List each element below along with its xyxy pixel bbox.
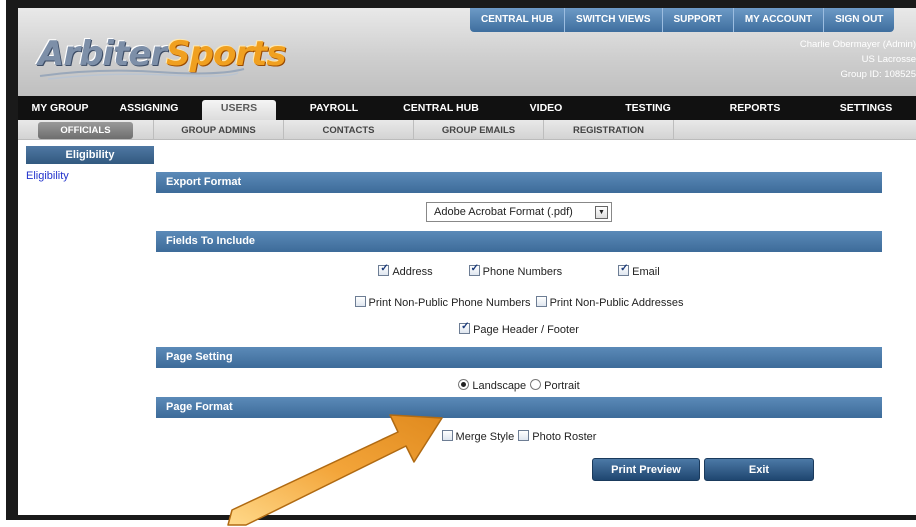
nonpublic-phone-checkbox[interactable] <box>354 295 366 307</box>
email-checkbox[interactable] <box>618 263 630 276</box>
address-option[interactable]: Address <box>378 263 433 278</box>
fields-row-1: Address Phone Numbers Email <box>156 263 882 279</box>
export-format-row: Adobe Acrobat Format (.pdf) ▼ <box>156 201 882 223</box>
export-format-select[interactable]: Adobe Acrobat Format (.pdf) ▼ <box>426 202 612 222</box>
export-format-value: Adobe Acrobat Format (.pdf) <box>434 206 573 218</box>
subnav-officials[interactable]: OFFICIALS <box>18 120 154 140</box>
address-checkbox[interactable] <box>378 263 390 276</box>
user-info: Charlie Obermayer (Admin) US Lacrosse Gr… <box>800 37 916 82</box>
nav-users[interactable]: USERS <box>196 96 282 120</box>
landscape-option[interactable]: Landscape <box>458 378 527 392</box>
group-id: Group ID: 108525 <box>840 69 916 80</box>
subnav-contacts[interactable]: CONTACTS <box>284 120 414 140</box>
email-option[interactable]: Email <box>618 263 660 278</box>
nav-payroll[interactable]: PAYROLL <box>282 96 386 120</box>
nonpublic-phone-label: Print Non-Public Phone Numbers <box>368 296 531 309</box>
email-label: Email <box>632 265 660 278</box>
merge-style-option[interactable]: Merge Style <box>441 429 515 443</box>
nav-my-group[interactable]: MY GROUP <box>18 96 102 120</box>
logo-swoosh-icon <box>39 68 245 80</box>
nav-central-hub[interactable]: CENTRAL HUB <box>386 96 496 120</box>
phone-option[interactable]: Phone Numbers <box>468 263 563 278</box>
section-export-format: Export Format <box>156 172 882 193</box>
section-fields-to-include: Fields To Include <box>156 231 882 252</box>
page-header-checkbox[interactable] <box>459 321 471 334</box>
nonpublic-address-option[interactable]: Print Non-Public Addresses <box>535 295 684 309</box>
sub-nav: OFFICIALS GROUP ADMINS CONTACTS GROUP EM… <box>18 120 916 140</box>
top-link-support[interactable]: SUPPORT <box>661 8 733 32</box>
exit-button[interactable]: Exit <box>704 458 814 481</box>
sidebar: Eligibility Eligibility <box>18 140 156 182</box>
nav-reports[interactable]: REPORTS <box>700 96 810 120</box>
portrait-radio[interactable] <box>530 378 542 390</box>
subnav-registration[interactable]: REGISTRATION <box>544 120 674 140</box>
portrait-label: Portrait <box>544 379 580 392</box>
main-nav: MY GROUP ASSIGNING USERS PAYROLL CENTRAL… <box>18 96 916 120</box>
photo-roster-checkbox[interactable] <box>518 429 530 441</box>
page-header-option[interactable]: Page Header / Footer <box>459 321 579 336</box>
address-label: Address <box>392 265 433 278</box>
sidebar-link-eligibility[interactable]: Eligibility <box>26 170 156 182</box>
nav-testing[interactable]: TESTING <box>596 96 700 120</box>
photo-roster-label: Photo Roster <box>532 430 597 443</box>
merge-style-label: Merge Style <box>455 430 515 443</box>
section-page-setting: Page Setting <box>156 347 882 368</box>
top-link-switch-views[interactable]: SWITCH VIEWS <box>564 8 661 32</box>
top-link-sign-out[interactable]: SIGN OUT <box>823 8 894 32</box>
photo-roster-option[interactable]: Photo Roster <box>518 429 597 443</box>
phone-checkbox[interactable] <box>468 263 480 276</box>
nonpublic-address-checkbox[interactable] <box>535 295 547 307</box>
app-window: ArbiterSports CENTRAL HUB SWITCH VIEWS S… <box>18 8 916 515</box>
page-header-label: Page Header / Footer <box>473 323 579 336</box>
dropdown-arrow-icon: ▼ <box>595 205 608 219</box>
subnav-group-admins[interactable]: GROUP ADMINS <box>154 120 284 140</box>
top-link-central-hub[interactable]: CENTRAL HUB <box>470 8 564 32</box>
nav-video[interactable]: VIDEO <box>496 96 596 120</box>
phone-label: Phone Numbers <box>482 265 563 278</box>
header: ArbiterSports CENTRAL HUB SWITCH VIEWS S… <box>18 8 916 96</box>
annotation-arrow-icon <box>227 414 443 526</box>
subnav-group-emails[interactable]: GROUP EMAILS <box>414 120 544 140</box>
user-name: Charlie Obermayer (Admin) <box>799 39 916 50</box>
fields-row-2: Print Non-Public Phone Numbers Print Non… <box>156 294 882 310</box>
group-name: US Lacrosse <box>861 54 916 65</box>
print-preview-button[interactable]: Print Preview <box>592 458 700 481</box>
sidebar-heading: Eligibility <box>26 146 154 164</box>
nonpublic-address-label: Print Non-Public Addresses <box>549 296 684 309</box>
nonpublic-phone-option[interactable]: Print Non-Public Phone Numbers <box>354 295 531 309</box>
nav-settings[interactable]: SETTINGS <box>810 96 916 120</box>
landscape-label: Landscape <box>472 379 527 392</box>
portrait-option[interactable]: Portrait <box>530 378 580 392</box>
top-utility-nav: CENTRAL HUB SWITCH VIEWS SUPPORT MY ACCO… <box>470 8 895 32</box>
window-frame: ArbiterSports CENTRAL HUB SWITCH VIEWS S… <box>6 0 916 520</box>
landscape-radio[interactable] <box>458 378 470 390</box>
fields-row-3: Page Header / Footer <box>156 321 882 337</box>
nav-assigning[interactable]: ASSIGNING <box>102 96 196 120</box>
top-link-my-account[interactable]: MY ACCOUNT <box>732 8 823 32</box>
